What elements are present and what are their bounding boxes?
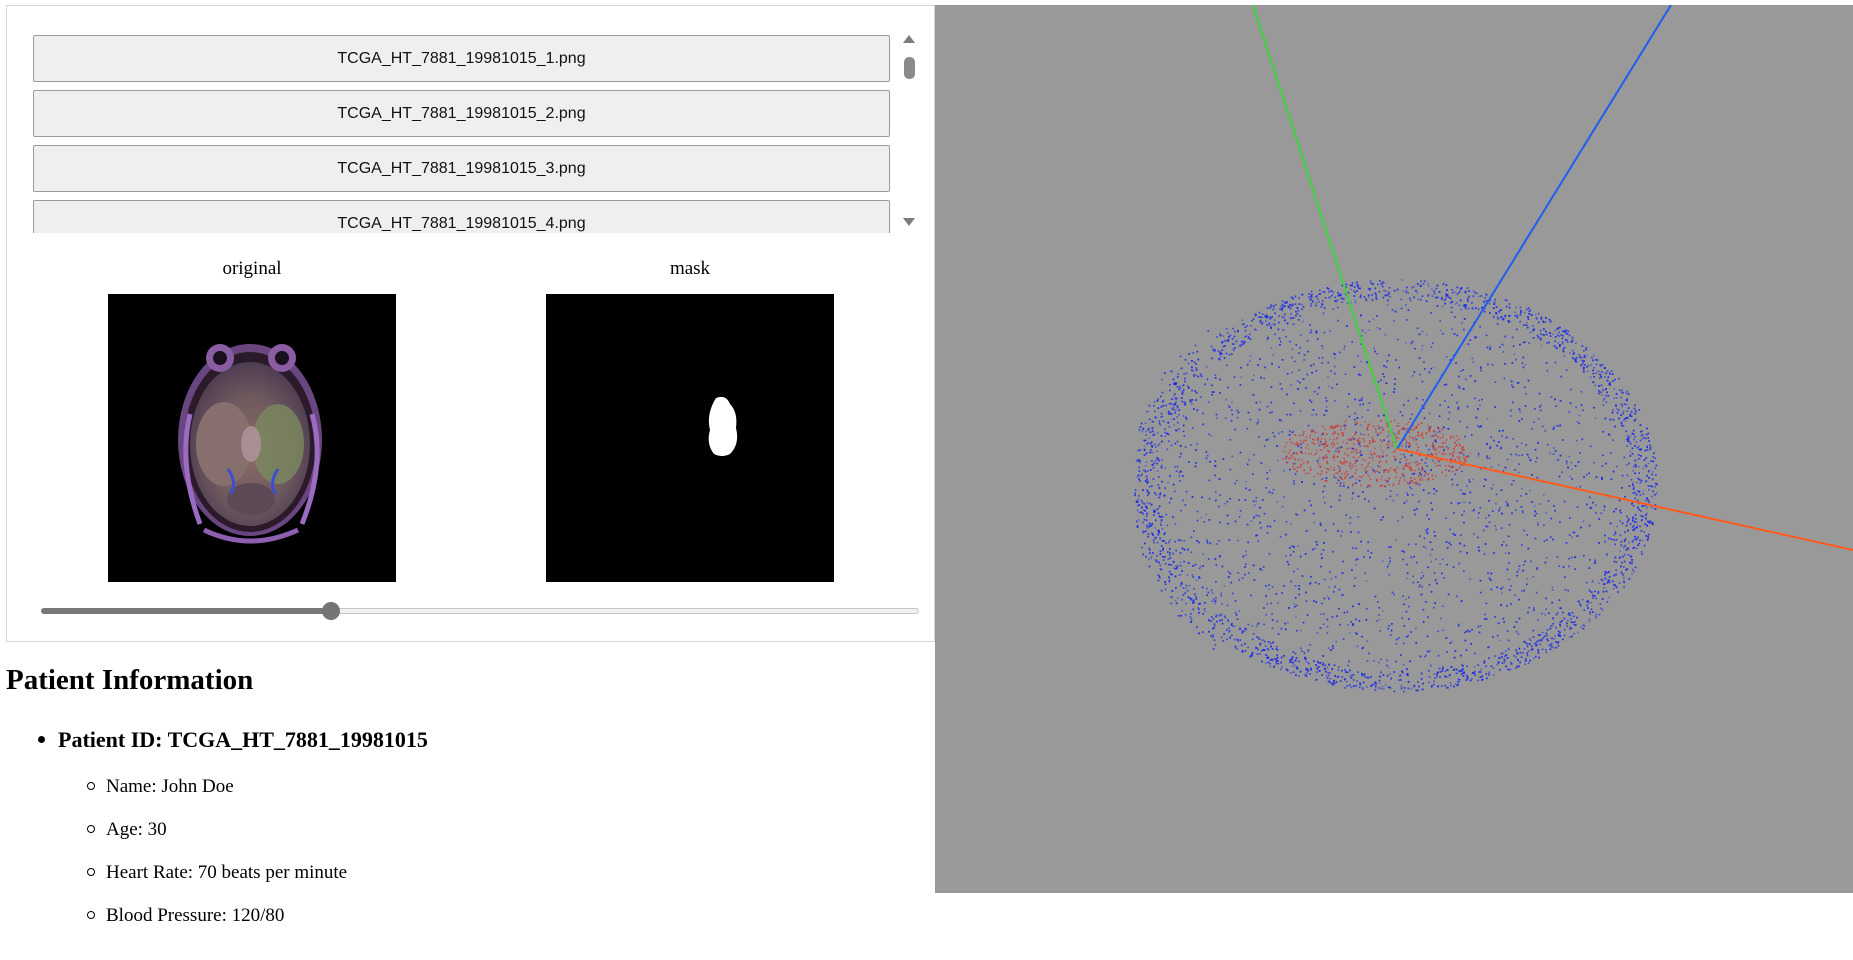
slider-thumb[interactable] bbox=[321, 602, 340, 620]
file-button[interactable]: TCGA_HT_7881_19981015_1.png bbox=[33, 35, 890, 82]
file-button[interactable]: TCGA_HT_7881_19981015_3.png bbox=[33, 145, 890, 192]
scroll-thumb[interactable] bbox=[904, 57, 915, 79]
patient-detail-name: Name: John Doe bbox=[87, 776, 234, 798]
point-cloud-canvas[interactable] bbox=[935, 5, 1853, 893]
file-list[interactable]: TCGA_HT_7881_19981015_1.png TCGA_HT_7881… bbox=[31, 28, 918, 233]
slice-viewer-card: TCGA_HT_7881_19981015_1.png TCGA_HT_7881… bbox=[6, 5, 935, 642]
detail-text: Age: 30 bbox=[106, 819, 167, 840]
original-image-label: original bbox=[222, 258, 282, 279]
file-list-scrollbar[interactable] bbox=[900, 28, 918, 233]
bullet-circle-icon bbox=[87, 910, 95, 919]
scroll-up-arrow-icon[interactable] bbox=[903, 35, 915, 43]
mask-image-label: mask bbox=[669, 258, 711, 279]
patient-detail-age: Age: 30 bbox=[87, 819, 167, 841]
file-button[interactable]: TCGA_HT_7881_19981015_2.png bbox=[33, 90, 890, 137]
x-axis-line bbox=[1396, 448, 1853, 551]
patient-id-text: Patient ID: TCGA_HT_7881_19981015 bbox=[58, 727, 428, 752]
patient-info-title: Patient Information bbox=[6, 664, 254, 696]
patient-id: Patient ID: TCGA_HT_7881_19981015 bbox=[38, 727, 428, 753]
tumor-mask-image bbox=[546, 294, 834, 582]
file-button[interactable]: TCGA_HT_7881_19981015_4.png bbox=[33, 200, 890, 233]
slider-fill bbox=[41, 608, 331, 614]
patient-detail-heart-rate: Heart Rate: 70 beats per minute bbox=[87, 862, 347, 884]
bullet-circle-icon bbox=[87, 867, 95, 876]
bullet-circle-icon bbox=[87, 781, 95, 790]
bullet-circle-icon bbox=[87, 824, 95, 833]
brain-point-cloud bbox=[1134, 279, 1658, 693]
bullet-icon bbox=[38, 736, 45, 744]
z-axis-line bbox=[1396, 5, 1672, 450]
original-mri-image bbox=[108, 294, 396, 582]
tumor-point-cloud bbox=[1282, 419, 1472, 488]
slice-slider[interactable] bbox=[41, 601, 919, 621]
y-axis-line bbox=[1252, 5, 1398, 450]
detail-text: Heart Rate: 70 beats per minute bbox=[106, 862, 348, 883]
left-panel: TCGA_HT_7881_19981015_1.png TCGA_HT_7881… bbox=[0, 0, 935, 960]
detail-text: Blood Pressure: 120/80 bbox=[106, 905, 285, 926]
patient-detail-blood-pressure: Blood Pressure: 120/80 bbox=[87, 905, 284, 927]
detail-text: Name: John Doe bbox=[106, 776, 234, 797]
scroll-down-arrow-icon[interactable] bbox=[903, 218, 915, 226]
3d-point-cloud-viewport[interactable] bbox=[935, 5, 1853, 893]
